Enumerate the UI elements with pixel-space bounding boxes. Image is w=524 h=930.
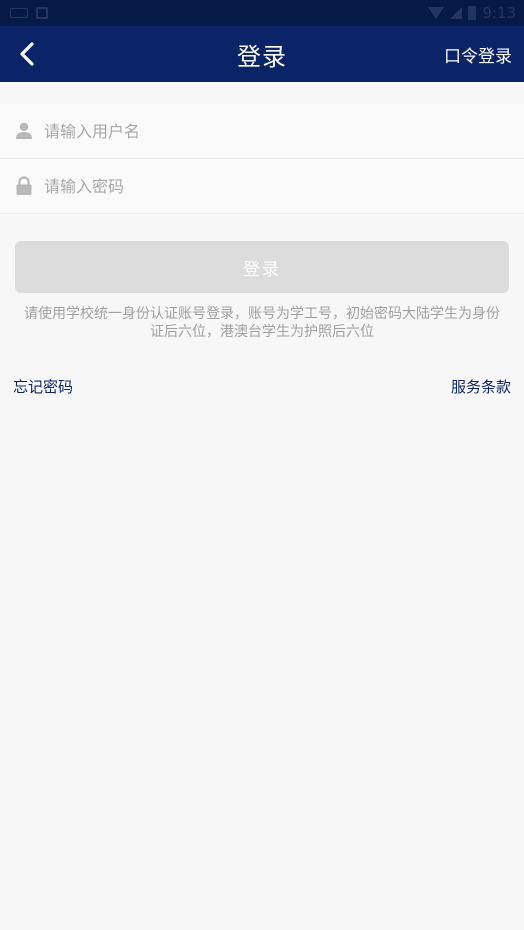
password-row	[0, 159, 524, 214]
battery-icon	[468, 6, 477, 20]
username-input[interactable]	[44, 121, 484, 141]
signal-icon	[450, 7, 463, 19]
lock-icon	[14, 176, 34, 196]
page-title: 登录	[237, 42, 287, 71]
forgot-password-link[interactable]: 忘记密码	[13, 376, 73, 397]
status-bar: 9:13	[0, 0, 524, 26]
status-right: 9:13	[428, 4, 516, 22]
terms-of-service-link[interactable]: 服务条款	[451, 376, 511, 397]
password-input[interactable]	[44, 176, 484, 196]
status-time: 9:13	[482, 4, 516, 22]
login-form	[0, 104, 524, 216]
login-button[interactable]: 登录	[15, 241, 509, 293]
sim-icon	[10, 8, 28, 18]
notification-icon	[36, 7, 48, 19]
back-button[interactable]	[12, 38, 42, 70]
token-login-button[interactable]: 口令登录	[444, 42, 512, 67]
login-hint: 请使用学校统一身份认证账号登录，账号为学工号，初始密码大陆学生为身份证后六位，港…	[24, 306, 500, 340]
wifi-icon	[428, 7, 445, 19]
nav-bar: 登录 口令登录	[0, 26, 524, 82]
username-row	[0, 104, 524, 159]
chevron-left-icon	[20, 42, 34, 66]
status-left	[10, 7, 48, 19]
user-icon	[14, 121, 34, 141]
